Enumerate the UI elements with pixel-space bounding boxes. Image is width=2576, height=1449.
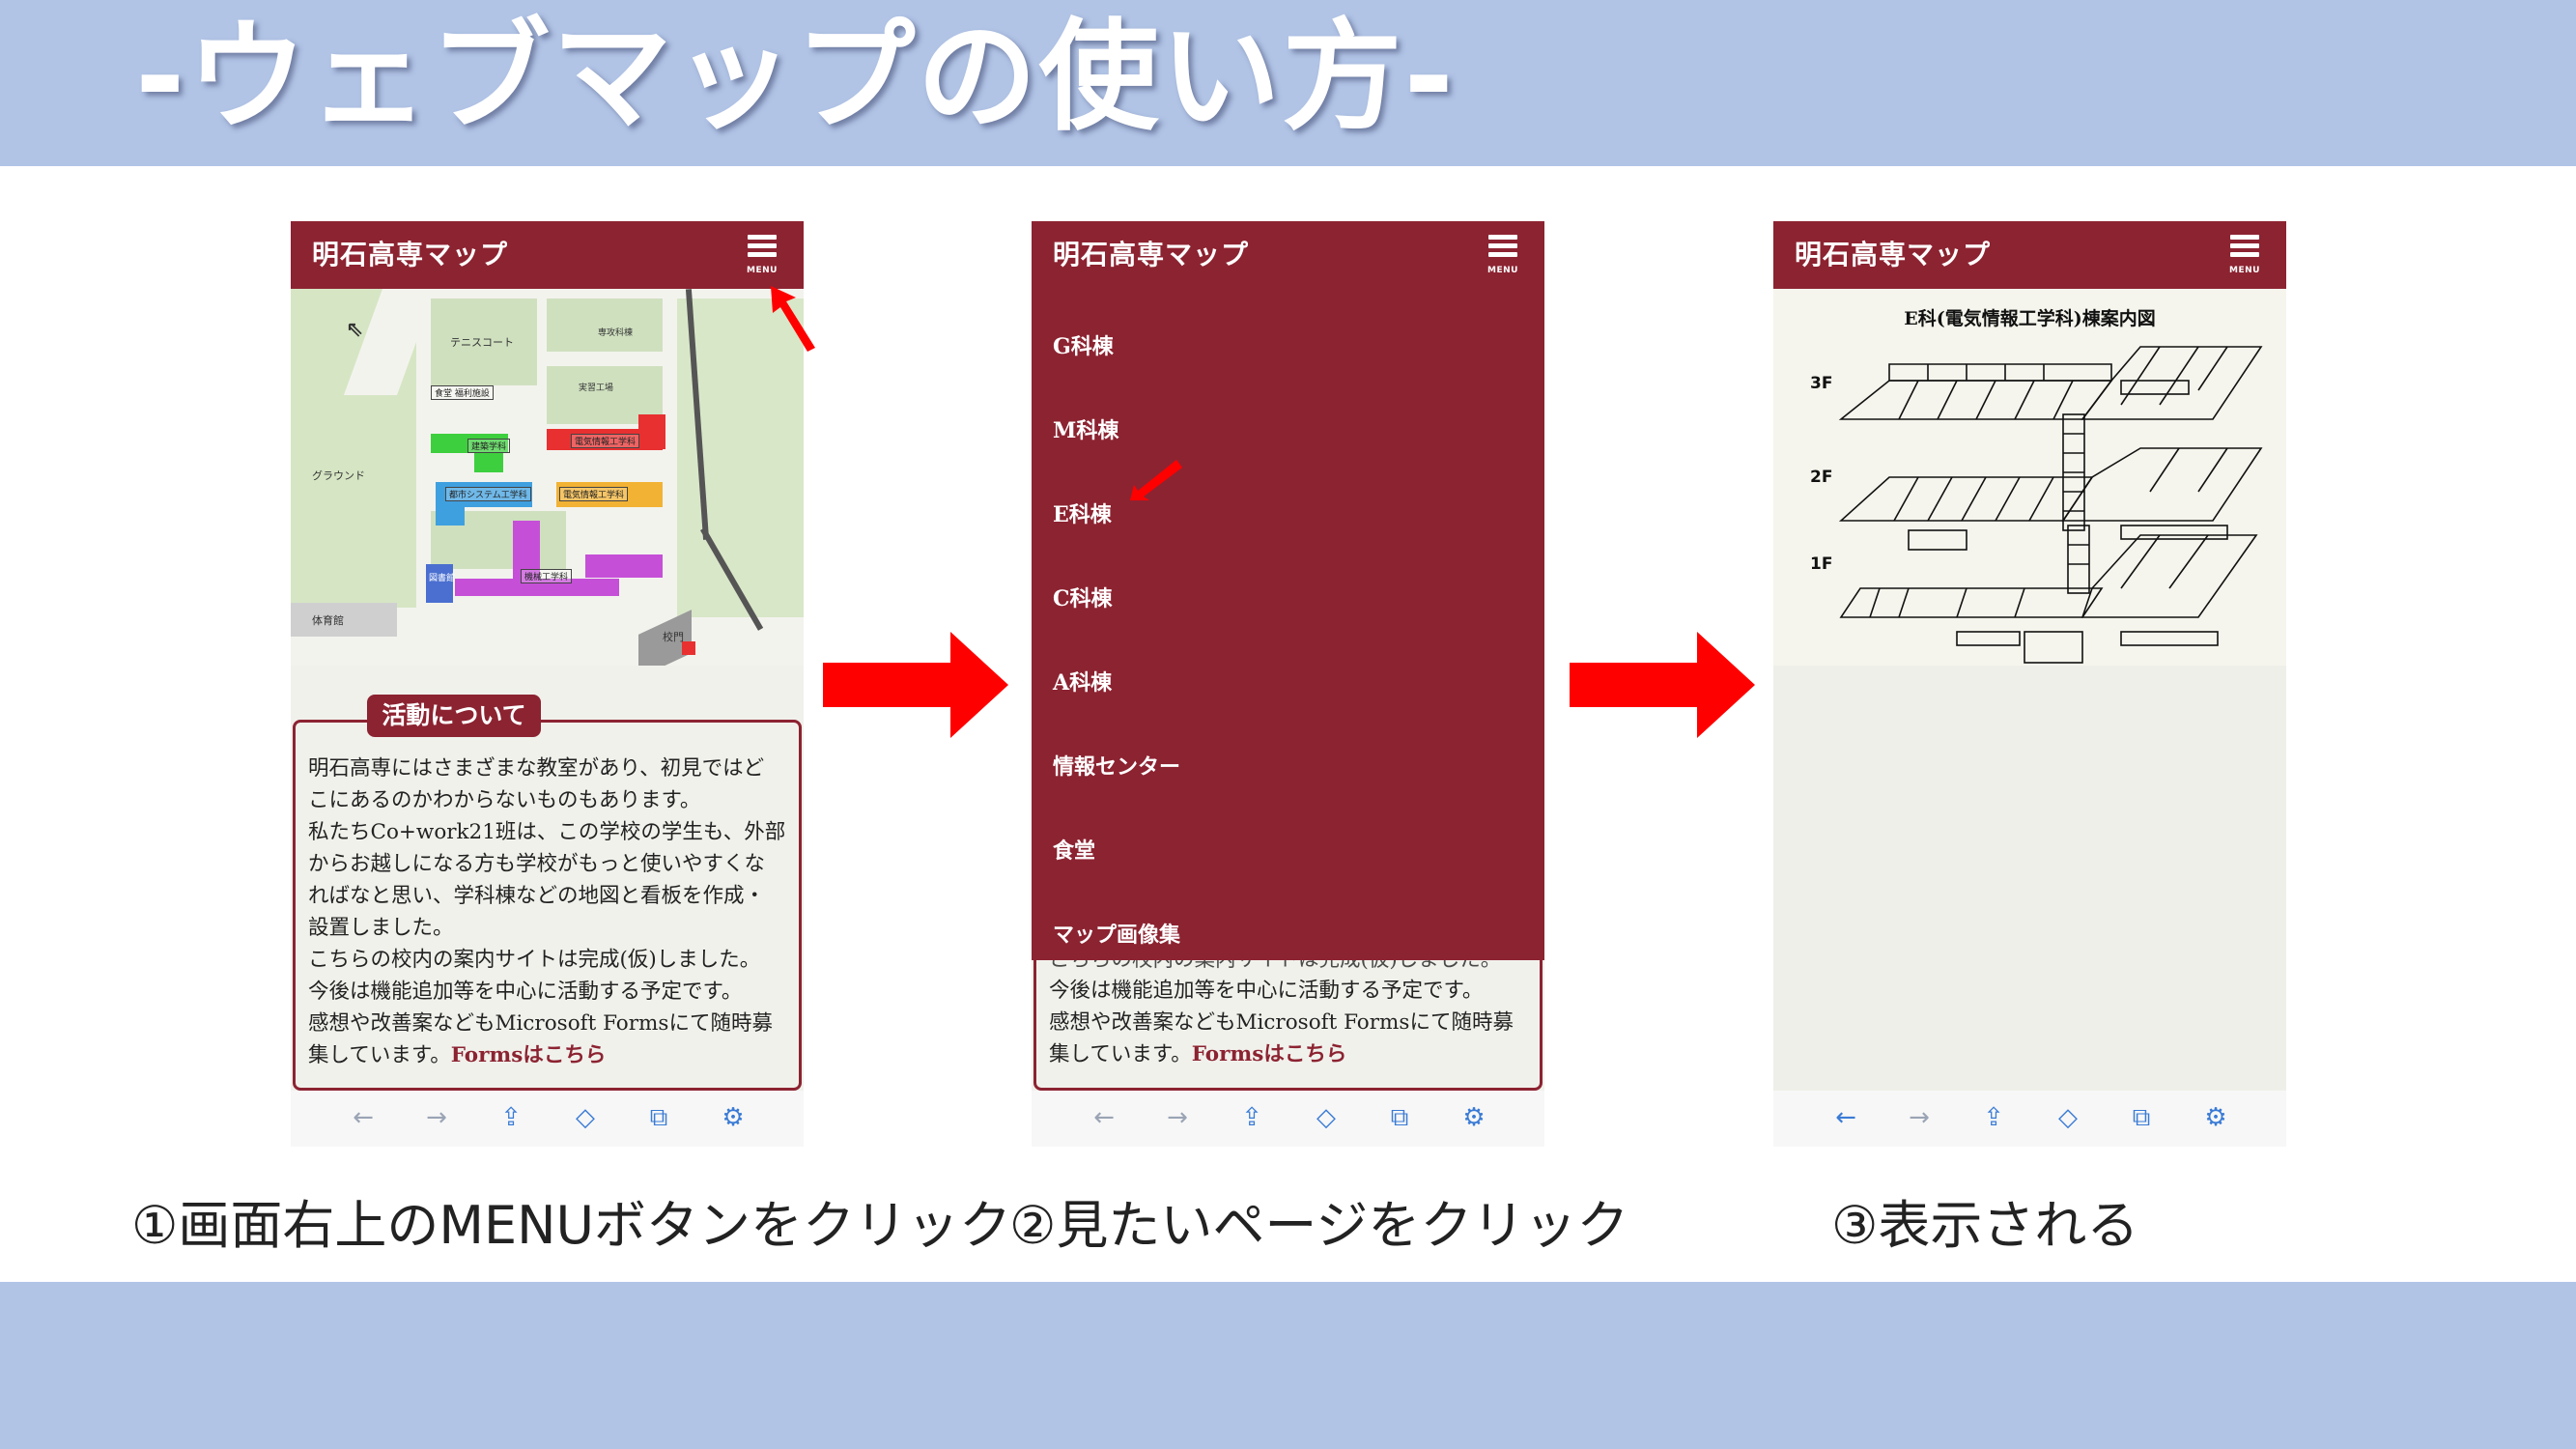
caption-step1: ①画面右上のMENUボタンをクリック — [131, 1195, 1012, 1256]
browser-toolbar: ← → ⇪ ◇ ⧉ ⚙ — [291, 1091, 804, 1147]
forward-arrow-icon[interactable]: → — [1160, 1100, 1195, 1135]
settings-icon[interactable]: ⚙ — [2198, 1100, 2233, 1135]
menu-item-g[interactable]: G科棟 — [1053, 329, 1114, 360]
app-title: 明石高専マップ — [1053, 239, 1250, 270]
tabs-icon[interactable]: ⧉ — [2124, 1100, 2159, 1135]
menu-label: MENU — [2229, 266, 2260, 275]
browser-toolbar: ← → ⇪ ◇ ⧉ ⚙ — [1773, 1091, 2286, 1147]
phone-screen-menu: 明石高専マップ MENU こちらの校内の案内サイトは完成(仮)しました。 今後は… — [1032, 221, 1544, 1147]
menu-item-e[interactable]: E科棟 — [1053, 497, 1112, 528]
menu-item-a[interactable]: A科棟 — [1053, 666, 1112, 696]
activity-paragraph: 今後は機能追加等を中心に活動する予定です。 感想や改善案などもMicrosoft… — [1049, 979, 1514, 1066]
floor-plan-drawing — [1838, 346, 2263, 664]
menu-button[interactable]: MENU — [2228, 235, 2261, 277]
menu-item-m[interactable]: M科棟 — [1053, 413, 1118, 444]
share-icon[interactable]: ⇪ — [494, 1100, 528, 1135]
compass-icon: ⇖ — [346, 318, 364, 342]
app-title: 明石高専マップ — [1795, 239, 1992, 270]
menu-button[interactable]: MENU — [746, 235, 778, 277]
flow-arrow-1 — [823, 632, 1008, 738]
menu-drawer: G科棟 M科棟 E科棟 C科棟 A科棟 情報センター 食堂 マップ画像集 — [1032, 289, 1544, 960]
bookmark-icon[interactable]: ◇ — [1309, 1100, 1344, 1135]
forms-link[interactable]: Formsはこちら — [1192, 1042, 1347, 1066]
bookmark-icon[interactable]: ◇ — [2051, 1100, 2085, 1135]
floor-guide-image[interactable]: E科(電気情報工学科)棟案内図 3F 2F 1F — [1773, 289, 2286, 666]
pointer-arrow-e-building — [1130, 460, 1182, 500]
menu-button[interactable]: MENU — [1486, 235, 1519, 277]
campus-map[interactable]: ⇖ テニスコート 専攻科棟 食堂 福利施設 実習工場 グラウンド 建築学科 電気… — [291, 289, 804, 666]
slide-title: -ウェブマップの使い方- — [135, 8, 1456, 147]
forward-arrow-icon[interactable]: → — [419, 1100, 454, 1135]
forward-arrow-icon[interactable]: → — [1902, 1100, 1937, 1135]
browser-toolbar: ← → ⇪ ◇ ⧉ ⚙ — [1032, 1091, 1544, 1147]
app-title: 明石高専マップ — [312, 239, 509, 270]
share-icon[interactable]: ⇪ — [1976, 1100, 2011, 1135]
menu-item-map-gallery[interactable]: マップ画像集 — [1053, 918, 1180, 949]
menu-item-cafeteria[interactable]: 食堂 — [1053, 834, 1095, 865]
caption-step3: ③表示される — [1831, 1195, 2139, 1256]
phone-screen-floor-map: 明石高専マップ MENU E科(電気情報工学科)棟案内図 3F 2F 1F ← … — [1773, 221, 2286, 1147]
flow-arrow-2 — [1570, 632, 1755, 738]
menu-item-c[interactable]: C科棟 — [1053, 582, 1113, 612]
app-header: 明石高専マップ MENU — [1773, 221, 2286, 289]
phone-screen-home: 明石高専マップ MENU ⇖ テニスコート 専攻科棟 食堂 福利施設 実習工場 … — [291, 221, 804, 1147]
menu-label: MENU — [1487, 266, 1518, 275]
settings-icon[interactable]: ⚙ — [716, 1100, 750, 1135]
activity-paragraph: 明石高専にはさまざまな教室があり、初見ではど こにあるのかわからないものもありま… — [308, 756, 786, 1067]
caption-step2: ②見たいページをクリック — [1009, 1195, 1629, 1256]
footer-band — [0, 1282, 2576, 1449]
back-arrow-icon[interactable]: ← — [346, 1100, 381, 1135]
pointer-arrow-menu — [771, 286, 815, 352]
settings-icon[interactable]: ⚙ — [1457, 1100, 1491, 1135]
app-header: 明石高専マップ MENU — [1032, 221, 1544, 289]
menu-item-info-center[interactable]: 情報センター — [1053, 750, 1180, 781]
menu-label: MENU — [747, 266, 778, 275]
back-arrow-icon[interactable]: ← — [1828, 1100, 1863, 1135]
share-icon[interactable]: ⇪ — [1234, 1100, 1269, 1135]
activity-heading: 活動について — [367, 695, 541, 737]
forms-link[interactable]: Formsはこちら — [451, 1043, 607, 1067]
bookmark-icon[interactable]: ◇ — [568, 1100, 603, 1135]
tabs-icon[interactable]: ⧉ — [1382, 1100, 1417, 1135]
tabs-icon[interactable]: ⧉ — [641, 1100, 676, 1135]
app-header: 明石高専マップ MENU — [291, 221, 804, 289]
back-arrow-icon[interactable]: ← — [1087, 1100, 1121, 1135]
